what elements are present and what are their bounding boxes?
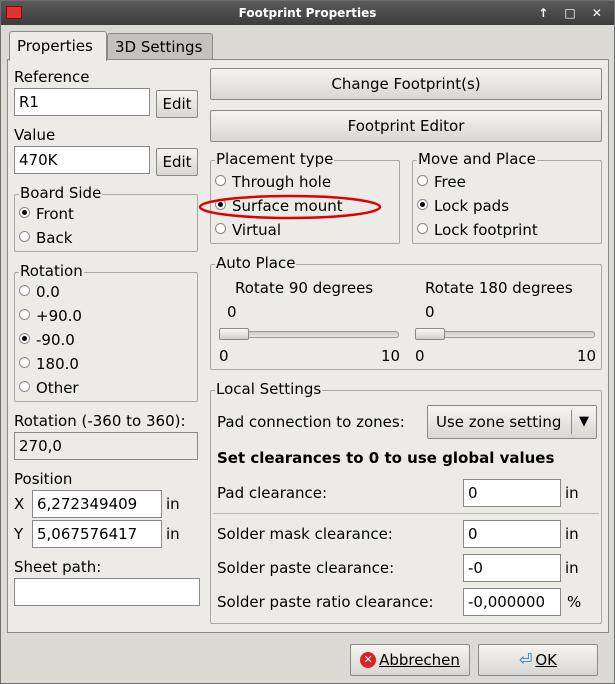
footprint-editor-button[interactable]: Footprint Editor — [210, 110, 602, 142]
local-settings-group: Local Settings Pad connection to zones: … — [210, 380, 602, 624]
rotate-180-min: 0 — [415, 347, 425, 365]
window-controls[interactable]: ↑ □ ✕ — [538, 1, 608, 25]
rotate-90-max: 10 — [381, 347, 401, 365]
pad-connection-label: Pad connection to zones: — [217, 413, 405, 431]
rotation-minus90-radio[interactable]: -90.0 — [19, 329, 75, 351]
surface-mount-highlight-ellipse — [198, 194, 382, 220]
rotate-90-value: 0 — [227, 303, 237, 321]
tab-properties[interactable]: Properties — [9, 31, 107, 61]
highlight-ellipse — [198, 194, 382, 220]
footprint-properties-window: Footprint Properties ↑ □ ✕ Properties 3D… — [0, 0, 615, 684]
value-label: Value — [14, 126, 56, 144]
title-bar: Footprint Properties ↑ □ ✕ — [1, 1, 614, 25]
sheet-path-input[interactable] — [14, 578, 200, 606]
pad-connection-value: Use zone setting — [436, 413, 562, 431]
position-x-label: X — [14, 495, 25, 513]
pad-clearance-input[interactable]: 0 — [463, 479, 561, 507]
solder-paste-label: Solder paste clearance: — [217, 559, 395, 577]
placement-virtual-radio[interactable]: Virtual — [215, 219, 281, 241]
position-y-input[interactable]: 5,067576417 — [32, 520, 162, 548]
position-x-input[interactable]: 6,272349409 — [32, 490, 162, 518]
auto-place-title: Auto Place — [215, 254, 297, 272]
solder-mask-label: Solder mask clearance: — [217, 525, 393, 543]
solder-mask-input[interactable]: 0 — [463, 520, 561, 548]
pad-connection-select[interactable]: Use zone setting ▼ — [427, 405, 597, 439]
rotation-0-radio[interactable]: 0.0 — [19, 281, 60, 303]
solder-paste-input[interactable]: -0 — [463, 554, 561, 582]
position-label: Position — [14, 470, 73, 488]
placement-type-title: Placement type — [215, 150, 335, 168]
rotate-180-max: 10 — [577, 347, 597, 365]
placement-through-hole-radio[interactable]: Through hole — [215, 171, 331, 193]
properties-panel: Reference R1 Edit Value 470K Edit Board … — [7, 59, 609, 633]
window-title: Footprint Properties — [238, 6, 377, 20]
value-input[interactable]: 470K — [14, 146, 150, 174]
board-side-back-radio[interactable]: Back — [19, 227, 72, 249]
placement-type-group: Placement type Through hole Surface moun… — [198, 150, 400, 244]
solder-paste-ratio-unit: % — [567, 593, 582, 611]
reference-label: Reference — [14, 68, 90, 86]
reference-input[interactable]: R1 — [14, 88, 150, 116]
rotation-custom-input[interactable]: 270,0 — [14, 432, 198, 460]
pad-clearance-unit: in — [565, 484, 579, 502]
rotate-180-label: Rotate 180 degrees — [425, 279, 573, 297]
board-side-group: Board Side Front Back — [14, 184, 198, 252]
local-settings-title: Local Settings — [215, 380, 323, 398]
rotation-group: Rotation 0.0 +90.0 -90.0 180.0 Other — [14, 262, 198, 402]
move-place-group: Move and Place Free Lock pads Lock footp… — [412, 150, 602, 244]
sheet-path-label: Sheet path: — [14, 558, 102, 576]
position-y-label: Y — [14, 525, 24, 543]
move-lock-footprint-radio[interactable]: Lock footprint — [417, 219, 538, 241]
rotate-180-value: 0 — [425, 303, 435, 321]
solder-paste-ratio-label: Solder paste ratio clearance: — [217, 593, 434, 611]
tab-3d-settings[interactable]: 3D Settings — [107, 33, 213, 59]
rotate-90-slider-handle[interactable] — [219, 328, 249, 340]
app-icon — [6, 6, 22, 19]
ok-button[interactable]: ⏎ OK — [478, 644, 598, 676]
cancel-button[interactable]: ✕ Abbrechen — [350, 644, 470, 676]
board-side-title: Board Side — [19, 184, 103, 202]
position-y-unit: in — [166, 525, 180, 543]
ok-arrow-icon: ⏎ — [518, 650, 533, 669]
move-place-title: Move and Place — [417, 150, 537, 168]
change-footprint-button[interactable]: Change Footprint(s) — [210, 68, 602, 100]
divider — [213, 513, 599, 514]
solder-paste-unit: in — [565, 559, 579, 577]
solder-paste-ratio-input[interactable]: -0,000000 — [463, 588, 561, 616]
auto-place-group: Auto Place Rotate 90 degrees 0 0 10 Rota… — [210, 254, 602, 370]
rotation-title: Rotation — [19, 262, 84, 280]
cancel-icon: ✕ — [360, 651, 377, 668]
move-lock-pads-radio[interactable]: Lock pads — [417, 195, 509, 217]
rotate-90-label: Rotate 90 degrees — [235, 279, 374, 297]
rotation-plus90-radio[interactable]: +90.0 — [19, 305, 82, 327]
rotation-other-radio[interactable]: Other — [19, 377, 79, 399]
rotation-180-radio[interactable]: 180.0 — [19, 353, 79, 375]
chevron-down-icon: ▼ — [571, 410, 596, 434]
clearances-note: Set clearances to 0 to use global values — [217, 449, 555, 467]
value-edit-button[interactable]: Edit — [156, 148, 198, 176]
solder-mask-unit: in — [565, 525, 579, 543]
pad-clearance-label: Pad clearance: — [217, 484, 328, 502]
rotate-90-min: 0 — [219, 347, 229, 365]
position-x-unit: in — [166, 495, 180, 513]
rotation-custom-label: Rotation (-360 to 360): — [14, 412, 186, 430]
board-side-front-radio[interactable]: Front — [19, 203, 74, 225]
reference-edit-button[interactable]: Edit — [156, 90, 198, 118]
rotate-180-slider-handle[interactable] — [415, 328, 445, 340]
move-free-radio[interactable]: Free — [417, 171, 466, 193]
